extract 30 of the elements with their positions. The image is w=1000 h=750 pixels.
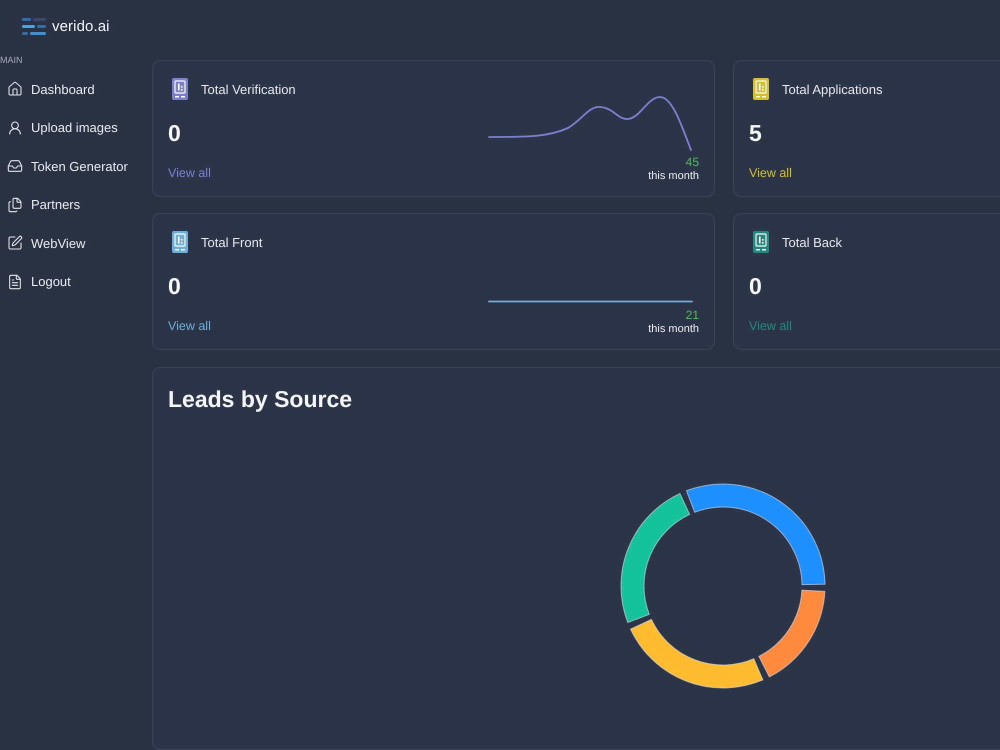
nav-item[interactable]: Token Generator — [0, 147, 132, 186]
trend-label: this month — [648, 169, 699, 183]
home-icon — [7, 81, 23, 98]
view-all-link[interactable]: View all — [168, 318, 211, 334]
stat-value: 0 — [168, 272, 181, 300]
documents-icon — [7, 196, 23, 213]
chart-title: Leads by Source — [168, 386, 352, 412]
edit-icon — [7, 235, 23, 252]
card-title: Total Applications — [782, 82, 882, 96]
document-icon — [7, 274, 23, 290]
trend-value: 45 — [686, 155, 699, 169]
trend-label: this month — [648, 322, 699, 336]
stat-value: 5 — [749, 119, 762, 147]
nav-item[interactable]: Logout — [0, 262, 75, 301]
nav-item[interactable]: Upload images — [0, 108, 122, 147]
stat-value: 0 — [168, 119, 181, 147]
nav-item[interactable]: Partners — [0, 186, 84, 224]
trend-value: 21 — [686, 308, 699, 322]
tray-icon — [7, 158, 23, 174]
view-all-link[interactable]: View all — [749, 165, 792, 181]
section-label: MAIN — [0, 55, 22, 65]
user-icon — [7, 120, 23, 136]
nav-item[interactable]: WebView — [0, 224, 90, 262]
logo-icon — [22, 18, 46, 34]
card-title: Total Verification — [201, 82, 296, 96]
brand-name: verido.ai — [52, 18, 110, 34]
card-title: Total Back — [782, 234, 842, 250]
stat-value: 0 — [749, 272, 762, 300]
card-title: Total Front — [201, 234, 262, 250]
nav-item[interactable]: Dashboard — [0, 70, 99, 108]
